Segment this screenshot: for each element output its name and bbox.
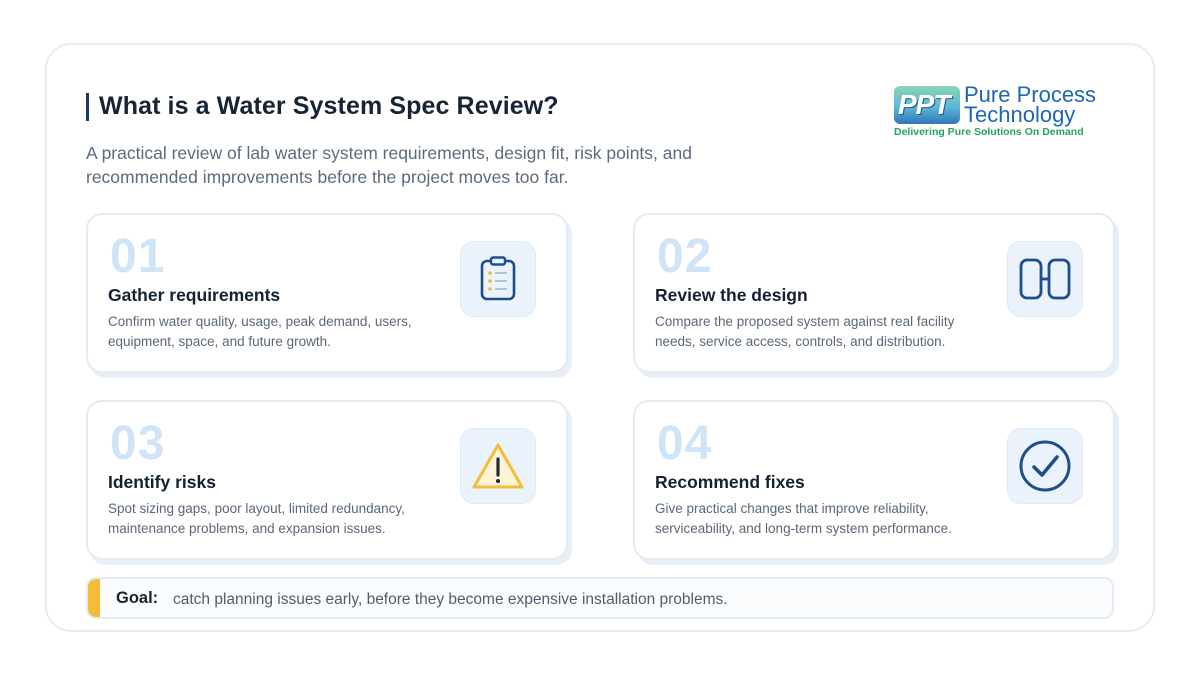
title-accent-bar [86,92,89,121]
logo-tagline: Delivering Pure Solutions On Demand [894,126,1084,138]
goal-accent-bar [88,579,100,617]
step-heading: Gather requirements [108,285,281,305]
layout-icon [1007,241,1083,317]
goal-banner: Goal: catch planning issues early, befor… [86,577,1114,619]
step-card-review-design: 02 Review the design Compare the propose… [633,213,1115,373]
step-number: 04 [657,417,713,470]
step-card-gather-requirements: 01 Gather requirements Confirm water qua… [86,213,568,373]
step-description: Give practical changes that improve reli… [655,501,952,536]
step-number: 01 [110,230,166,283]
page-subtitle: A practical review of lab water system r… [86,143,692,187]
step-heading: Identify risks [108,472,216,492]
goal-text: catch planning issues early, before they… [173,591,728,608]
warning-icon [460,428,536,504]
step-card-identify-risks: 03 Identify risks Spot sizing gaps, poor… [86,400,568,560]
title-block: What is a Water System Spec Review? [86,92,559,121]
page-title: What is a Water System Spec Review? [99,92,559,120]
company-logo: PPT Pure Process Technology Delivering P… [894,84,1104,140]
step-heading: Recommend fixes [655,472,805,492]
logo-mark-text: PPT [898,89,950,120]
goal-label: Goal: [116,589,159,607]
step-number: 03 [110,417,166,470]
check-circle-icon [1007,428,1083,504]
logo-mark: PPT [894,86,960,124]
step-description: Spot sizing gaps, poor layout, limited r… [108,501,405,536]
clipboard-icon [460,241,536,317]
step-card-recommend-fixes: 04 Recommend fixes Give practical change… [633,400,1115,560]
logo-name-line2: Technology [964,102,1076,127]
step-description: Compare the proposed system against real… [655,314,955,349]
step-number: 02 [657,230,713,283]
step-description: Confirm water quality, usage, peak deman… [108,314,412,349]
step-heading: Review the design [655,285,808,305]
